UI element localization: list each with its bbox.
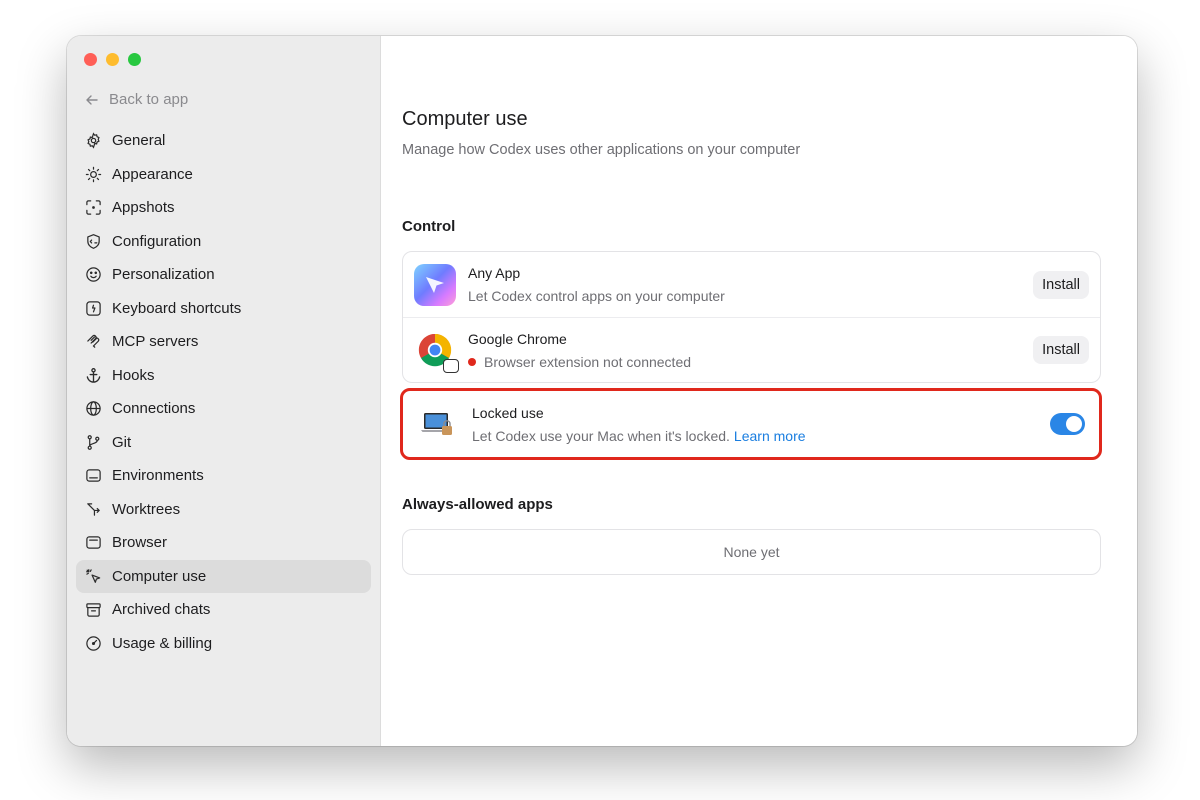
sidebar-item-label: Browser <box>112 534 168 552</box>
zoom-window-button[interactable] <box>128 53 141 66</box>
settings-nav: General Appearance Appshots Configuratio… <box>76 124 371 660</box>
sidebar-item-usage-billing[interactable]: Usage & billing <box>76 627 371 661</box>
sidebar-item-git[interactable]: Git <box>76 426 371 460</box>
always-allowed-card: None yet <box>402 529 1101 575</box>
sidebar-item-appearance[interactable]: Appearance <box>76 158 371 192</box>
arrow-left-icon <box>86 94 98 105</box>
sidebar-item-label: General <box>112 132 166 150</box>
learn-more-link[interactable]: Learn more <box>734 428 806 444</box>
back-to-app-label: Back to app <box>109 91 189 108</box>
google-chrome-title: Google Chrome <box>468 330 567 347</box>
sidebar-item-label: Personalization <box>112 266 215 284</box>
sidebar-item-appshots[interactable]: Appshots <box>76 191 371 225</box>
sidebar-item-connections[interactable]: Connections <box>76 392 371 426</box>
settings-window: Back to app General Appearance Appshots … <box>67 36 1137 746</box>
command-key-icon <box>84 299 102 317</box>
any-app-description: Let Codex control apps on your computer <box>468 288 725 304</box>
sidebar-item-computer-use[interactable]: Computer use <box>76 559 371 593</box>
locked-use-title: Locked use <box>472 404 544 421</box>
sidebar-item-mcp-servers[interactable]: MCP servers <box>76 325 371 359</box>
archive-box-icon <box>84 601 102 619</box>
sidebar-item-label: Appearance <box>112 165 193 183</box>
sidebar-item-general[interactable]: General <box>76 124 371 158</box>
cursor-click-icon <box>84 567 102 585</box>
sidebar-item-label: Environments <box>112 467 204 485</box>
google-chrome-row: Google Chrome Browser extension not conn… <box>403 317 1100 382</box>
sidebar-item-label: Worktrees <box>112 500 181 518</box>
any-app-icon <box>414 263 456 306</box>
sidebar-item-label: Connections <box>112 400 196 418</box>
sidebar-item-label: Usage & billing <box>112 634 213 652</box>
sidebar-item-configuration[interactable]: Configuration <box>76 225 371 259</box>
sidebar: Back to app General Appearance Appshots … <box>67 36 381 746</box>
sidebar-item-environments[interactable]: Environments <box>76 459 371 493</box>
sidebar-item-label: Appshots <box>112 199 175 217</box>
sidebar-item-archived-chats[interactable]: Archived chats <box>76 593 371 627</box>
control-section-heading: Control <box>402 218 456 235</box>
anchor-icon <box>84 366 102 384</box>
minimize-window-button[interactable] <box>106 53 119 66</box>
sidebar-item-label: Hooks <box>112 366 155 384</box>
sidebar-item-label: Keyboard shortcuts <box>112 299 242 317</box>
any-app-title: Any App <box>468 265 521 281</box>
chrome-icon <box>414 329 459 373</box>
page-title: Computer use <box>402 108 528 130</box>
shield-code-icon <box>84 232 102 250</box>
gauge-icon <box>84 634 102 652</box>
sidebar-item-browser[interactable]: Browser <box>76 526 371 560</box>
mcp-icon <box>84 333 102 351</box>
sidebar-item-worktrees[interactable]: Worktrees <box>76 493 371 527</box>
sidebar-item-personalization[interactable]: Personalization <box>76 258 371 292</box>
sidebar-item-label: Configuration <box>112 232 202 250</box>
locked-use-row: Locked use Let Codex use your Mac when i… <box>400 388 1102 460</box>
sidebar-item-keyboard-shortcuts[interactable]: Keyboard shortcuts <box>76 292 371 326</box>
settings-content: Computer use Manage how Codex uses other… <box>381 36 1137 746</box>
browser-window-icon <box>84 534 102 552</box>
close-window-button[interactable] <box>84 53 97 66</box>
gear-icon <box>84 132 102 150</box>
globe-icon <box>84 400 102 418</box>
locked-use-toggle[interactable] <box>1050 413 1085 435</box>
install-chrome-button[interactable]: Install <box>1033 336 1089 364</box>
smile-icon <box>84 266 102 284</box>
always-allowed-heading: Always-allowed apps <box>402 496 553 513</box>
sidebar-item-label: Archived chats <box>112 601 211 619</box>
page-subtitle: Manage how Codex uses other applications… <box>402 142 801 158</box>
chat-bubble-icon <box>443 359 459 373</box>
sidebar-item-label: MCP servers <box>112 333 199 351</box>
back-to-app-link[interactable]: Back to app <box>84 91 188 108</box>
terminal-box-icon <box>84 467 102 485</box>
sidebar-item-label: Computer use <box>112 567 207 585</box>
window-controls <box>84 53 141 66</box>
any-app-row: Any App Let Codex control apps on your c… <box>403 252 1100 317</box>
sun-icon <box>84 165 102 183</box>
chrome-status-text: Browser extension not connected <box>484 353 692 370</box>
control-card: Any App Let Codex control apps on your c… <box>402 251 1101 383</box>
laptop-lock-icon <box>420 409 456 439</box>
locked-use-description: Let Codex use your Mac when it's locked. <box>472 427 730 444</box>
git-branch-icon <box>84 433 102 451</box>
sidebar-item-hooks[interactable]: Hooks <box>76 359 371 393</box>
worktree-icon <box>84 500 102 518</box>
status-dot <box>468 357 476 366</box>
screenshot-frame-icon <box>84 199 102 217</box>
always-allowed-empty-text: None yet <box>723 544 780 560</box>
install-any-app-button[interactable]: Install <box>1033 270 1089 299</box>
sidebar-item-label: Git <box>112 433 132 451</box>
